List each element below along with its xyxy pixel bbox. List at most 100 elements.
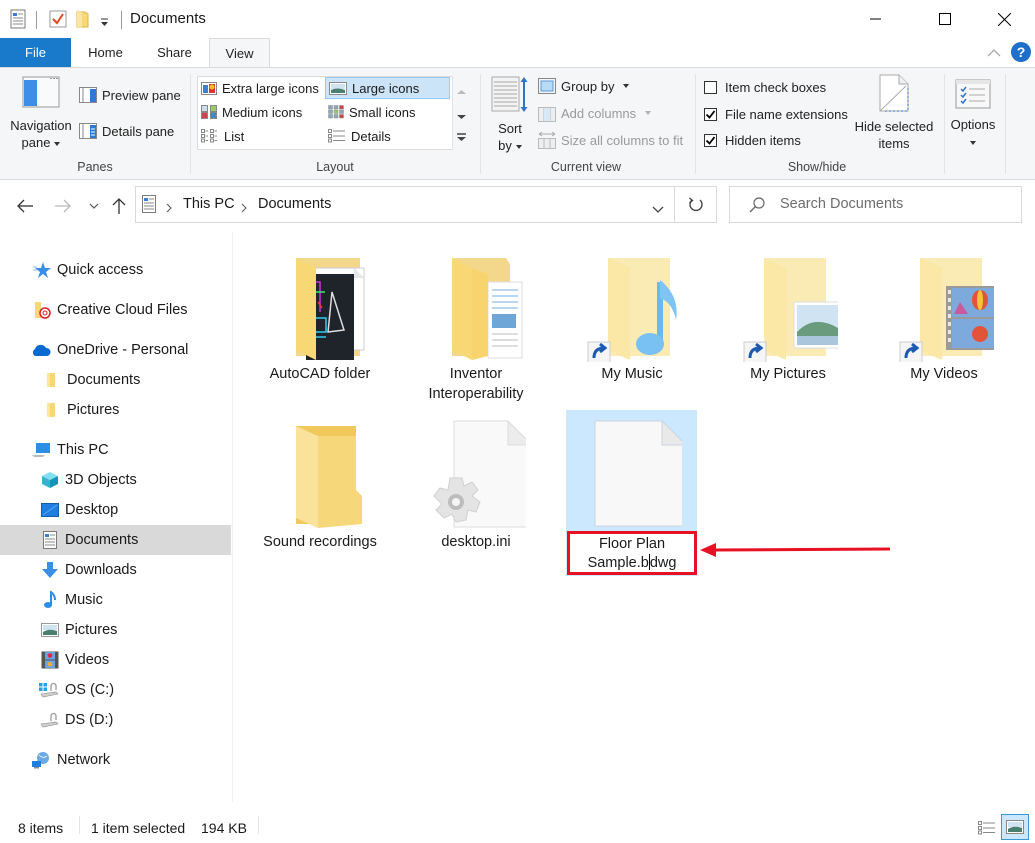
file-item-my-videos[interactable]: My Videos bbox=[878, 252, 1010, 384]
layout-option-label: List bbox=[224, 128, 245, 144]
sidebar-item-this-pc[interactable]: This PC bbox=[0, 435, 231, 465]
file-item-sound-recordings[interactable]: Sound recordings bbox=[254, 420, 386, 552]
item-check-boxes-label: Item check boxes bbox=[725, 79, 827, 95]
file-item-my-music[interactable]: My Music bbox=[566, 252, 698, 384]
sidebar-item-videos[interactable]: Videos bbox=[0, 645, 231, 675]
sidebar-item-os-c[interactable]: OS (C:) bbox=[0, 675, 231, 705]
layout-extra-large-icons[interactable]: Extra large icons bbox=[198, 77, 325, 99]
sidebar-item-onedrive[interactable]: OneDrive - Personal bbox=[0, 335, 231, 365]
address-bar[interactable]: This PC Documents bbox=[135, 186, 675, 223]
breadcrumb-documents[interactable]: Documents bbox=[258, 196, 331, 212]
sidebar-item-music[interactable]: Music bbox=[0, 585, 231, 615]
item-check-boxes-checkbox[interactable] bbox=[704, 80, 717, 94]
group-by-button[interactable]: Group by bbox=[538, 75, 630, 97]
preview-pane-button[interactable]: Preview pane bbox=[79, 84, 181, 106]
breadcrumb-this-pc[interactable]: This PC bbox=[183, 196, 235, 212]
picture-icon bbox=[41, 621, 59, 639]
refresh-button[interactable] bbox=[675, 186, 717, 223]
layout-list[interactable]: List bbox=[198, 125, 325, 147]
annotation-arrow-icon bbox=[700, 543, 891, 557]
address-dropdown-icon[interactable] bbox=[652, 201, 664, 217]
file-item-my-pictures[interactable]: My Pictures bbox=[722, 252, 859, 384]
large-icons-view-button[interactable] bbox=[1001, 814, 1029, 840]
status-bar: 8 items 1 item selected 194 KB bbox=[0, 808, 1035, 843]
minimize-button[interactable] bbox=[853, 0, 899, 38]
sidebar-item-label: This PC bbox=[57, 442, 109, 458]
tab-file[interactable]: File bbox=[0, 38, 71, 67]
layout-medium-icons[interactable]: Medium icons bbox=[198, 101, 325, 123]
checkmark-icon[interactable] bbox=[49, 10, 67, 31]
small-icons-icon bbox=[328, 105, 344, 119]
chevron-down-icon bbox=[970, 140, 976, 145]
medium-icons-icon bbox=[201, 105, 217, 119]
maximize-button[interactable] bbox=[922, 0, 968, 38]
forward-button[interactable] bbox=[52, 195, 74, 217]
add-columns-button: Add columns bbox=[538, 102, 652, 124]
sidebar-item-ds-d[interactable]: DS (D:) bbox=[0, 705, 231, 735]
add-columns-label: Add columns bbox=[561, 105, 637, 121]
details-view-button[interactable] bbox=[976, 818, 998, 838]
hide-selected-items-button[interactable]: Hide selected items bbox=[850, 74, 938, 152]
layout-details[interactable]: Details bbox=[325, 125, 450, 147]
recent-locations-button[interactable] bbox=[83, 195, 105, 217]
file-item-inventor-interoperability[interactable]: Inventor Interoperability bbox=[410, 252, 542, 404]
sort-by-label-2: by bbox=[498, 138, 512, 153]
panes-group-label: Panes bbox=[77, 160, 113, 174]
rename-textbox[interactable]: Floor Plan Sample.bdwg bbox=[567, 531, 697, 575]
chevron-down-icon bbox=[515, 144, 522, 149]
sidebar-item-3d-objects[interactable]: 3D Objects bbox=[0, 465, 231, 495]
file-item-desktop-ini[interactable]: desktop.ini bbox=[410, 419, 542, 552]
tab-home[interactable]: Home bbox=[71, 38, 140, 67]
new-folder-icon[interactable] bbox=[76, 10, 90, 31]
ribbon-tabs: File Home Share View ? bbox=[0, 38, 1035, 68]
sidebar-item-pictures[interactable]: Pictures bbox=[0, 615, 231, 645]
up-button[interactable] bbox=[108, 195, 130, 217]
rename-text-line1: Floor Plan bbox=[598, 536, 666, 552]
layout-large-icons[interactable]: Large icons bbox=[325, 77, 450, 99]
sidebar-item-creative-cloud-files[interactable]: Creative Cloud Files bbox=[0, 295, 231, 325]
back-button[interactable] bbox=[14, 195, 36, 217]
options-icon bbox=[955, 79, 991, 109]
layout-small-icons[interactable]: Small icons bbox=[325, 101, 450, 123]
help-icon[interactable]: ? bbox=[1010, 41, 1032, 66]
collapse-ribbon-icon[interactable] bbox=[987, 45, 1001, 61]
sidebar-item-desktop[interactable]: Desktop bbox=[0, 495, 231, 525]
gallery-expand-icon[interactable] bbox=[457, 129, 466, 145]
layout-gallery: Extra large icons Large icons Medium ico… bbox=[197, 76, 470, 150]
gallery-scroll-down-icon[interactable] bbox=[457, 107, 466, 123]
hidden-items-checkbox[interactable] bbox=[704, 133, 717, 147]
file-item-autocad-folder[interactable]: AutoCAD folder bbox=[254, 252, 386, 384]
layout-option-label: Extra large icons bbox=[222, 80, 319, 96]
sidebar-item-onedrive-documents[interactable]: Documents bbox=[0, 365, 231, 395]
file-name-extensions-label: File name extensions bbox=[725, 106, 848, 122]
breadcrumb-chevron-icon[interactable] bbox=[241, 200, 247, 216]
sidebar-item-documents[interactable]: Documents bbox=[0, 525, 231, 555]
gallery-scroll-up-icon[interactable] bbox=[457, 82, 466, 98]
file-name-extensions-checkbox[interactable] bbox=[704, 107, 717, 121]
sidebar-item-downloads[interactable]: Downloads bbox=[0, 555, 231, 585]
sort-by-button[interactable]: Sort by bbox=[489, 76, 531, 154]
file-name: Inventor Interoperability bbox=[428, 366, 524, 402]
search-placeholder[interactable]: Search Documents bbox=[780, 196, 903, 212]
hidden-items-toggle[interactable]: Hidden items bbox=[704, 129, 801, 151]
search-box[interactable]: Search Documents bbox=[729, 186, 1022, 223]
sidebar-item-quick-access[interactable]: Quick access bbox=[0, 255, 231, 285]
tab-view[interactable]: View bbox=[209, 38, 270, 68]
item-check-boxes-toggle[interactable]: Item check boxes bbox=[704, 76, 826, 98]
blank-file-icon bbox=[582, 419, 687, 530]
breadcrumb-chevron-icon[interactable] bbox=[166, 200, 172, 216]
refresh-icon bbox=[688, 196, 703, 211]
details-pane-button[interactable]: Details pane bbox=[79, 120, 174, 142]
navigation-pane-button[interactable]: Navigation pane bbox=[8, 76, 74, 151]
checkmark-icon bbox=[705, 135, 716, 145]
sidebar-item-onedrive-pictures[interactable]: Pictures bbox=[0, 395, 231, 425]
customize-dropdown-icon[interactable] bbox=[100, 14, 109, 30]
tab-share[interactable]: Share bbox=[140, 38, 209, 67]
file-name-extensions-toggle[interactable]: File name extensions bbox=[704, 103, 848, 125]
properties-icon[interactable] bbox=[10, 9, 26, 32]
options-button[interactable]: Options bbox=[948, 79, 998, 150]
sidebar-item-label: Quick access bbox=[57, 262, 144, 278]
status-divider bbox=[258, 816, 259, 834]
close-button[interactable] bbox=[981, 0, 1027, 38]
sidebar-item-network[interactable]: Network bbox=[0, 745, 231, 775]
